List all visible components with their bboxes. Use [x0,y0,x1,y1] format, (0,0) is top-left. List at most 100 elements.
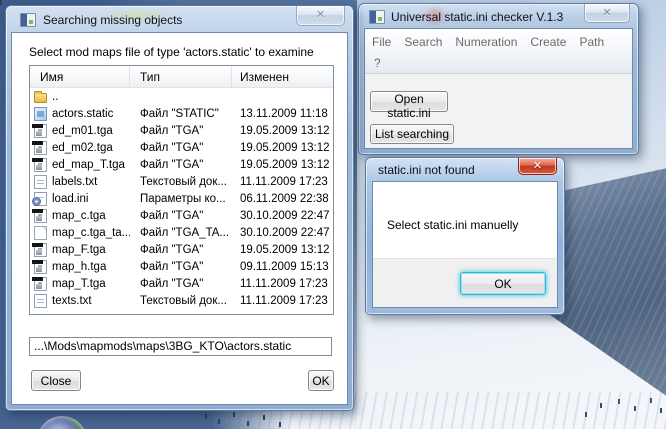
file-list-body: .. actors.static Файл "STATIC" 13.11.2009 1… [30,88,333,309]
file-type: Файл "TGA" [140,124,204,137]
close-icon[interactable]: ✕ [296,6,345,26]
menu-item-path[interactable]: Path [579,35,604,49]
ini-file-icon [32,191,47,206]
list-item[interactable]: .. [30,88,333,105]
file-type: Файл "STATIC" [140,107,219,120]
window-client-area: Select mod maps file of type 'actors.sta… [12,33,347,404]
file-type: Файл "TGA" [140,141,204,154]
menu-item-help[interactable]: ? [374,56,381,70]
tga-file-icon [32,259,47,274]
close-dialog-button[interactable]: Close [31,370,81,391]
title-bar: Universal static.ini checker V.1.3 ✕ [359,4,638,29]
path-field[interactable]: ...\Mods\mapmods\maps\3BG_KTO\actors.sta… [29,337,332,356]
list-item[interactable]: map_h.tga Файл "TGA" 09.11.2009 15:13 [30,258,333,275]
window-searching-missing-objects: Searching missing objects ✕ Select mod m… [5,5,354,411]
file-modified: 11.11.2009 17:23 [240,175,328,188]
static-file-icon [34,106,47,121]
menu-item-numeration[interactable]: Numeration [455,35,517,49]
list-header: Имя Тип Изменен [30,66,333,88]
file-modified: 30.10.2009 22:47 [240,209,330,222]
file-modified: 19.05.2009 13:12 [240,124,330,137]
instruction-label: Select mod maps file of type 'actors.sta… [29,45,314,59]
menu-item-create[interactable]: Create [530,35,566,49]
list-item[interactable]: texts.txt Текстовый док... 11.11.2009 17:2… [30,292,333,309]
file-modified: 11.11.2009 17:23 [240,277,328,290]
tga-file-icon [32,276,47,291]
dialog-client-area: Select static.ini manuelly OK [373,182,557,307]
file-name: map_h.tga [52,260,107,273]
window-client-area: File Search Numeration Create Path ? Open st… [365,29,632,148]
list-item[interactable]: map_c.tga Файл "TGA" 30.10.2009 22:47 [30,207,333,224]
menu-row-2: ? [365,51,632,72]
file-modified: 09.11.2009 15:13 [240,260,329,273]
desktop: Searching missing objects ✕ Select mod m… [0,0,666,429]
list-searching-button[interactable]: List searching [370,124,454,144]
column-header-type[interactable]: Тип [130,66,232,87]
column-header-name[interactable]: Имя [30,66,130,87]
file-name: load.ini [52,192,89,205]
file-name: actors.static [52,107,114,120]
tga-file-icon [32,157,47,172]
app-icon [20,12,36,27]
app-icon [369,9,385,24]
file-type: Текстовый док... [140,175,227,188]
close-icon[interactable]: ✕ [518,158,557,175]
file-name: texts.txt [52,294,92,307]
window-title: Universal static.ini checker V.1.3 [391,9,564,24]
list-item[interactable]: load.ini Параметры ко... 06.11.2009 22:38 [30,190,333,207]
file-type: Файл "TGA" [140,158,204,171]
file-type: Параметры ко... [140,192,226,205]
file-name: labels.txt [52,175,98,188]
list-item[interactable]: map_T.tga Файл "TGA" 11.11.2009 17:23 [30,275,333,292]
file-modified: 19.05.2009 13:12 [240,141,330,154]
menu-bar: File Search Numeration Create Path ? [365,29,632,74]
file-name: map_F.tga [52,243,106,256]
file-modified: 30.10.2009 22:47 [240,226,330,239]
column-header-modified[interactable]: Изменен [232,66,333,87]
open-static-ini-button[interactable]: Open static.ini [370,91,448,120]
file-name: ed_m02.tga [52,141,113,154]
tga-file-icon [32,123,47,138]
tga-file-icon [32,208,47,223]
list-item[interactable]: labels.txt Текстовый док... 11.11.2009 17:… [30,173,333,190]
file-name: ed_m01.tga [52,124,113,137]
menu-row: File Search Numeration Create Path [365,29,632,51]
title-bar: Searching missing objects ✕ [6,6,353,33]
file-type: Файл "TGA" [140,277,204,290]
close-icon[interactable]: ✕ [584,4,630,23]
file-name: .. [52,90,59,103]
file-name: map_T.tga [52,277,106,290]
folder-icon [34,91,47,103]
file-name: map_c.tga_ta... [52,226,130,239]
list-item[interactable]: ed_map_T.tga Файл "TGA" 19.05.2009 13:12 [30,156,333,173]
file-modified: 11.11.2009 17:23 [240,294,328,307]
list-item[interactable]: actors.static Файл "STATIC" 13.11.2009 11:… [30,105,333,122]
blank-file-icon [34,225,47,240]
file-modified: 19.05.2009 13:12 [240,158,330,171]
list-item[interactable]: map_F.tga Файл "TGA" 19.05.2009 13:12 [30,241,333,258]
file-modified: 06.11.2009 22:38 [240,192,329,205]
file-list: Имя Тип Изменен .. actors.static Файл "STA… [29,65,334,315]
ok-button[interactable]: OK [308,370,334,391]
text-file-icon [34,293,47,308]
text-file-icon [34,174,47,189]
list-item[interactable]: map_c.tga_ta... Файл "TGA_TA... 30.10.2009… [30,224,333,241]
tga-file-icon [32,242,47,257]
file-type: Файл "TGA_TA... [140,226,230,239]
file-name: map_c.tga [52,209,106,222]
file-name: ed_map_T.tga [52,158,125,171]
list-item[interactable]: ed_m02.tga Файл "TGA" 19.05.2009 13:12 [30,139,333,156]
dialog-title: static.ini not found [378,163,475,177]
file-type: Файл "TGA" [140,209,204,222]
file-type: Файл "TGA" [140,260,204,273]
tga-file-icon [32,140,47,155]
menu-item-file[interactable]: File [372,35,391,49]
file-type: Файл "TGA" [140,243,204,256]
dialog-static-ini-not-found: static.ini not found ✕ Select static.ini… [365,157,565,315]
title-bar: static.ini not found ✕ [366,158,564,182]
ok-button[interactable]: OK [460,272,546,295]
list-item[interactable]: ed_m01.tga Файл "TGA" 19.05.2009 13:12 [30,122,333,139]
window-static-ini-checker: Universal static.ini checker V.1.3 ✕ Fil… [358,3,639,155]
menu-item-search[interactable]: Search [404,35,442,49]
wallpaper-trees [0,0,2,5]
